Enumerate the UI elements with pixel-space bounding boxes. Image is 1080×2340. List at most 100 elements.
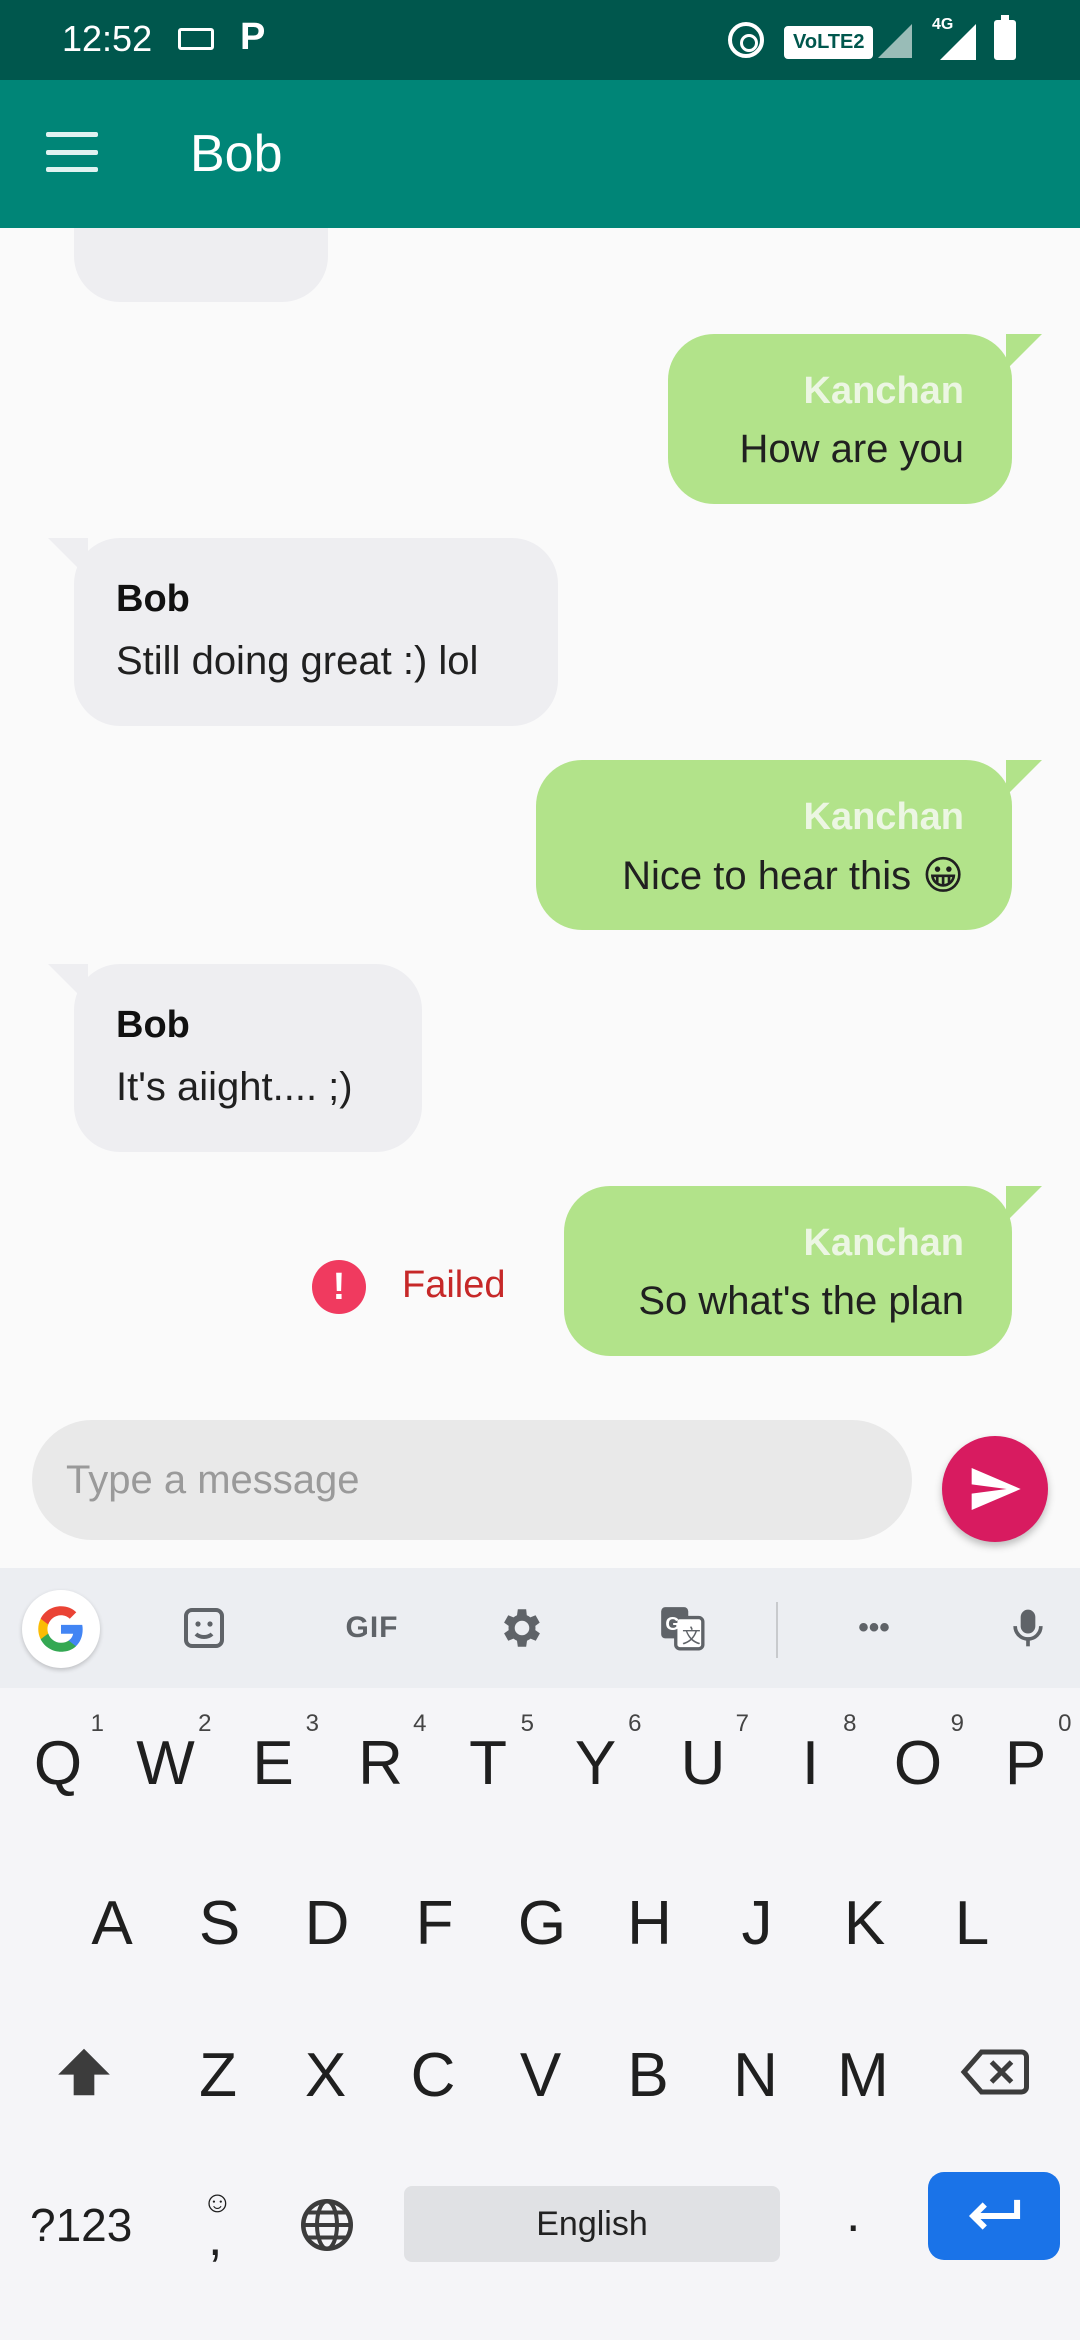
key-c[interactable]: C <box>403 2040 463 2111</box>
key-q[interactable]: Q1 <box>28 1710 104 1799</box>
message-bubble-received[interactable]: Bob It's aiight.... ;) <box>48 964 422 1152</box>
key-o[interactable]: O9 <box>888 1710 964 1799</box>
key-z[interactable]: Z <box>188 2040 248 2111</box>
message-sender: Kanchan <box>803 1222 964 1264</box>
shift-key[interactable] <box>48 2036 120 2108</box>
message-bubble-sent[interactable]: Kanchan Nice to hear this 😀 <box>536 760 1042 930</box>
key-label: U <box>680 1729 726 1798</box>
key-y[interactable]: Y6 <box>566 1710 642 1799</box>
key-j[interactable]: J <box>727 1888 787 1959</box>
message-sender: Kanchan <box>803 370 964 412</box>
comma-key[interactable]: ☺ , <box>198 2186 242 2276</box>
app-bar: Bob <box>0 80 1080 228</box>
backspace-icon <box>960 2049 1029 2095</box>
key-v[interactable]: V <box>511 2040 571 2111</box>
key-b[interactable]: B <box>618 2040 678 2111</box>
key-label: O <box>893 1729 943 1798</box>
key-number-hint: 0 <box>1058 1710 1072 1737</box>
symbols-key[interactable]: ?123 <box>30 2198 132 2252</box>
key-a[interactable]: A <box>82 1888 142 1959</box>
key-w[interactable]: W2 <box>136 1710 211 1799</box>
message-sender: Bob <box>116 578 190 620</box>
gif-label: GIF <box>345 1611 399 1644</box>
key-s[interactable]: S <box>190 1888 250 1959</box>
shift-icon <box>58 2048 110 2096</box>
key-x[interactable]: X <box>296 2040 356 2111</box>
key-label: N <box>733 2041 778 2110</box>
soft-keyboard: GIF G文 ••• Q1W2E3R4T5Y6U7I8O9P0ASDFGHJKL… <box>0 1568 1080 2340</box>
language-switch-key[interactable] <box>292 2190 362 2260</box>
key-label: I <box>801 1729 820 1798</box>
globe-icon <box>301 2199 353 2251</box>
message-bubble-sent[interactable]: Kanchan How are you <box>668 334 1042 504</box>
key-l[interactable]: L <box>942 1888 1002 1959</box>
backspace-key[interactable] <box>956 2038 1032 2106</box>
message-failed-status[interactable]: Failed <box>402 1264 506 1307</box>
gif-button[interactable]: GIF <box>330 1596 414 1660</box>
key-number-hint: 3 <box>305 1710 319 1737</box>
message-input[interactable] <box>32 1420 912 1540</box>
message-bubble-received[interactable]: Bob Still doing great :) lol <box>48 538 558 726</box>
key-g[interactable]: G <box>512 1888 572 1959</box>
bubble-tail <box>1006 334 1042 370</box>
message-text: Still doing great :) lol <box>114 228 476 229</box>
key-m[interactable]: M <box>833 2040 893 2111</box>
key-p[interactable]: P0 <box>996 1710 1072 1799</box>
message-text: How are you <box>739 427 964 471</box>
key-d[interactable]: D <box>297 1888 357 1959</box>
message-bubble-received[interactable]: Still doing great :) lol <box>74 228 328 302</box>
parking-app-icon: P <box>240 16 266 58</box>
key-label: R <box>358 1729 403 1798</box>
key-i[interactable]: I8 <box>781 1710 857 1799</box>
key-label: V <box>519 2041 562 2110</box>
key-h[interactable]: H <box>620 1888 680 1959</box>
key-label: P <box>1004 1729 1047 1798</box>
message-text: Nice to hear this 😀 <box>622 854 964 898</box>
menu-icon[interactable] <box>46 132 98 172</box>
key-label: E <box>252 1729 294 1798</box>
key-f[interactable]: F <box>405 1888 465 1959</box>
key-r[interactable]: R4 <box>351 1710 426 1799</box>
key-number-hint: 1 <box>90 1710 104 1737</box>
key-e[interactable]: E3 <box>243 1710 319 1799</box>
key-label: D <box>304 1889 350 1958</box>
sticker-icon[interactable] <box>172 1596 236 1660</box>
key-number-hint: 2 <box>198 1710 212 1737</box>
more-options-icon[interactable]: ••• <box>842 1596 906 1660</box>
send-button[interactable] <box>942 1436 1048 1542</box>
key-n[interactable]: N <box>726 2040 786 2111</box>
key-label: W <box>136 1729 195 1798</box>
toolbar-divider <box>776 1602 778 1658</box>
space-key[interactable]: English <box>404 2186 780 2262</box>
message-text: So what's the plan <box>638 1279 964 1323</box>
key-label: K <box>843 1889 886 1958</box>
key-label: X <box>304 2041 347 2110</box>
bubble-tail <box>1006 1186 1042 1222</box>
key-number-hint: 4 <box>413 1710 427 1737</box>
key-label: Q <box>33 1729 83 1798</box>
settings-gear-icon[interactable] <box>490 1596 554 1660</box>
message-list[interactable]: Still doing great :) lol Kanchan How are… <box>0 228 1080 1568</box>
key-label: Y <box>574 1729 617 1798</box>
key-label: J <box>741 1889 773 1958</box>
key-number-hint: 8 <box>843 1710 857 1737</box>
key-k[interactable]: K <box>835 1888 895 1959</box>
period-key[interactable]: . <box>846 2184 860 2244</box>
svg-text:G: G <box>665 1613 680 1634</box>
google-icon[interactable] <box>22 1590 100 1668</box>
key-u[interactable]: U7 <box>673 1710 749 1799</box>
keyboard-toolbar: GIF G文 ••• <box>0 1568 1080 1688</box>
key-t[interactable]: T5 <box>458 1710 534 1799</box>
translate-icon[interactable]: G文 <box>650 1596 714 1660</box>
key-label: Z <box>199 2041 237 2110</box>
key-label: A <box>91 1889 133 1958</box>
status-time: 12:52 <box>62 18 153 59</box>
send-icon <box>971 1468 1021 1510</box>
enter-key[interactable] <box>928 2172 1060 2260</box>
enter-icon <box>968 2199 1021 2230</box>
key-label: M <box>837 2041 889 2110</box>
error-icon[interactable]: ! <box>312 1260 366 1314</box>
message-bubble-sent[interactable]: Kanchan So what's the plan <box>564 1186 1042 1356</box>
conversation-title: Bob <box>190 125 283 183</box>
microphone-icon[interactable] <box>996 1596 1060 1660</box>
